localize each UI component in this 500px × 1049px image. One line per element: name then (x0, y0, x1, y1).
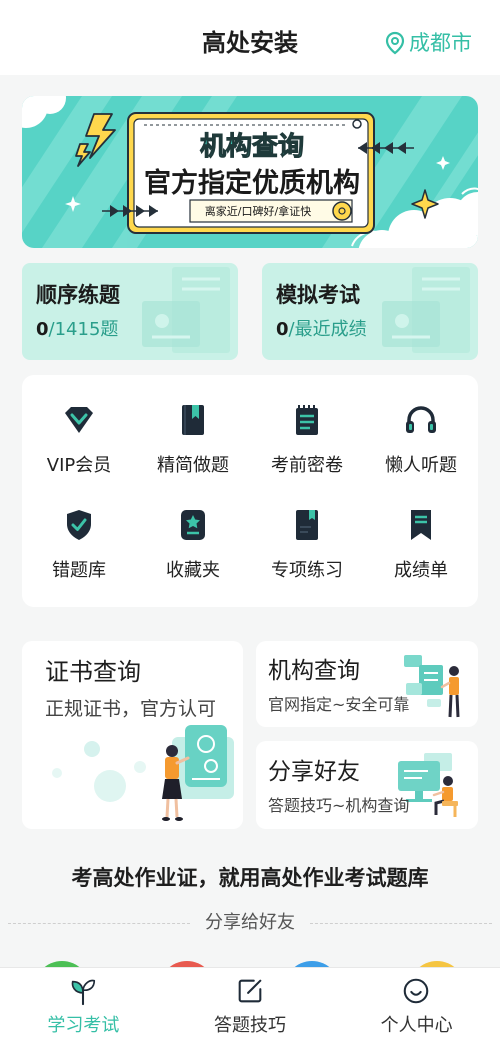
institution-query-card[interactable]: 机构查询 官网指定~安全可靠 (256, 641, 478, 727)
feature-label: 成绩单 (394, 560, 448, 581)
location-label: 成都市 (409, 31, 472, 55)
card-illustration (382, 267, 470, 353)
progress-count: 0 (36, 319, 49, 340)
progress-total: /最近成绩 (288, 319, 367, 340)
card-title: 分享好友 (268, 759, 360, 785)
feature-concise-practice[interactable]: 精简做题 (136, 375, 250, 485)
card-progress: 0/1415题 (36, 318, 118, 342)
ribbon-bookmark-icon (403, 507, 439, 543)
feature-score-report[interactable]: 成绩单 (364, 480, 478, 590)
share-divider-label: 分享给好友 (205, 912, 295, 933)
feature-topic-practice[interactable]: 专项练习 (250, 480, 364, 590)
divider-line-right (310, 923, 492, 924)
smile-icon (401, 976, 431, 1006)
banner-ribbon-text: 机构查询 (200, 132, 304, 162)
map-pin-icon (384, 31, 406, 55)
progress-total: /1415题 (48, 319, 119, 340)
divider-line-left (8, 923, 190, 924)
card-subtitle: 官网指定~安全可靠 (268, 695, 410, 714)
shield-check-icon (61, 507, 97, 543)
mock-exam-card[interactable]: 模拟考试 0/最近成绩 (262, 263, 478, 360)
tab-study-exam[interactable]: 学习考试 (0, 968, 167, 1049)
slogan-text: 考高处作业证，就用高处作业考试题库 (71, 866, 429, 890)
share-friends-card[interactable]: 分享好友 答题技巧~机构查询 (256, 741, 478, 829)
feature-label: VIP会员 (46, 455, 112, 476)
tab-answer-tips[interactable]: 答题技巧 (167, 968, 334, 1049)
vip-diamond-icon (61, 402, 97, 438)
banner-tagline: 离家近/口碑好/拿证快 (205, 204, 311, 218)
feature-label: 精简做题 (157, 455, 229, 476)
location-selector[interactable]: 成都市 (384, 28, 472, 58)
feature-label: 收藏夹 (166, 560, 220, 581)
edit-icon (235, 976, 265, 1006)
card-illustration (142, 267, 230, 353)
bottom-tab-bar: 学习考试 答题技巧 个人中心 (0, 967, 500, 1049)
feature-vip[interactable]: VIP会员 (22, 375, 136, 485)
card-title: 机构查询 (268, 658, 360, 684)
certificate-query-card[interactable]: 证书查询 正规证书，官方认可 (22, 641, 243, 829)
tab-label: 答题技巧 (213, 1015, 286, 1036)
promo-banner[interactable]: 机构查询 官方指定优质机构 离家近/口碑好/拿证快 (22, 96, 478, 248)
feature-audio-practice[interactable]: 懒人听题 (364, 375, 478, 485)
banner-card: 机构查询 官方指定优质机构 离家近/口碑好/拿证快 (127, 112, 375, 234)
feature-label: 考前密卷 (271, 455, 343, 476)
feature-wrong-questions[interactable]: 错题库 (22, 480, 136, 590)
progress-count: 0 (276, 319, 289, 340)
feature-label: 懒人听题 (385, 455, 457, 476)
feature-favorites[interactable]: 收藏夹 (136, 480, 250, 590)
card-subtitle: 正规证书，官方认可 (45, 698, 217, 720)
headphones-icon (403, 402, 439, 438)
app-header: 高处安装 成都市 (0, 0, 500, 75)
card-title: 模拟考试 (276, 283, 360, 307)
feature-grid: VIP会员 精简做题 考前密卷 懒人听题 错题库 收藏夹 专项练习 成绩单 (22, 375, 478, 607)
tab-label: 个人中心 (380, 1015, 453, 1036)
banner-headline: 官方指定优质机构 (144, 167, 360, 199)
sequential-practice-card[interactable]: 顺序练题 0/1415题 (22, 263, 238, 360)
card-subtitle: 答题技巧~机构查询 (268, 796, 410, 815)
feature-label: 错题库 (52, 560, 106, 581)
tab-profile[interactable]: 个人中心 (333, 968, 500, 1049)
exam-paper-icon (289, 402, 325, 438)
book-icon (175, 402, 211, 438)
sprout-icon (68, 976, 98, 1006)
feature-pre-exam-paper[interactable]: 考前密卷 (250, 375, 364, 485)
card-title: 顺序练题 (36, 283, 120, 307)
card-title: 证书查询 (45, 658, 141, 686)
bookmarked-book-icon (289, 507, 325, 543)
card-progress: 0/最近成绩 (276, 318, 367, 342)
tab-label: 学习考试 (47, 1015, 120, 1036)
star-folder-icon (175, 507, 211, 543)
feature-label: 专项练习 (271, 560, 343, 581)
